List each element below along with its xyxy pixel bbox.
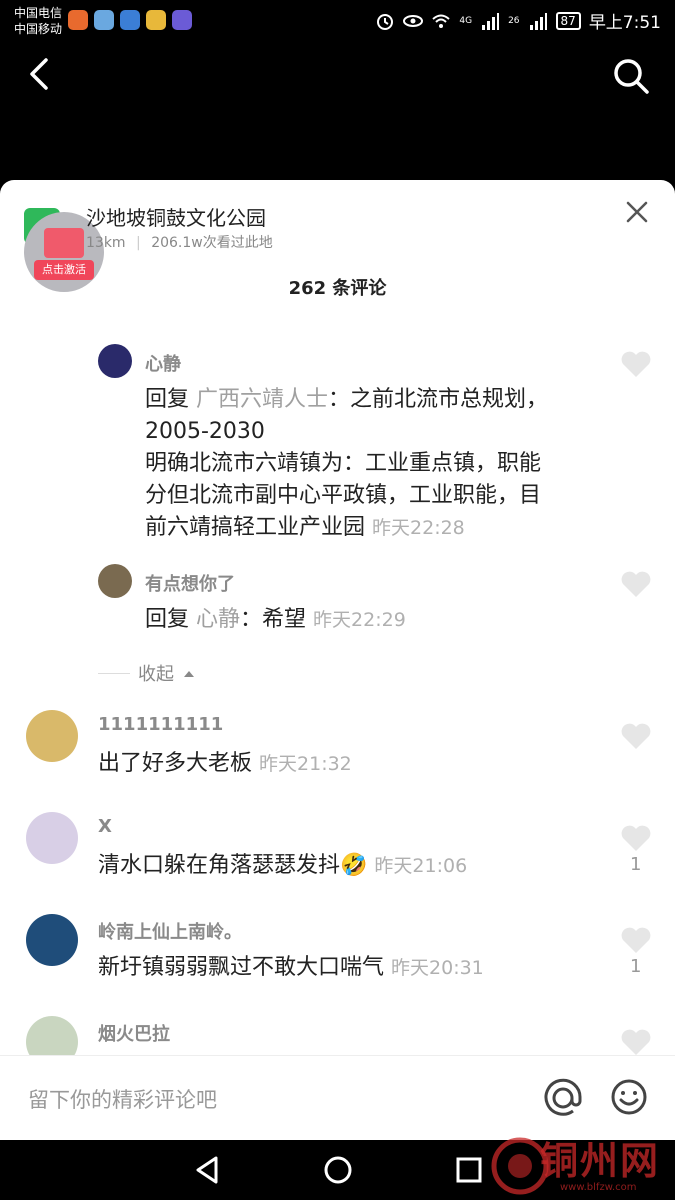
reply-line-4: 分但北流市副中心平政镇，工业职能，目 [145, 483, 542, 508]
comment-text: 出了好多大老板 昨天21:32 [98, 748, 352, 780]
comment-text: 新圩镇弱弱飘过不敢大口喘气 昨天20:31 [98, 952, 484, 984]
comment-input[interactable]: 留下你的精彩评论吧 [28, 1084, 217, 1114]
carrier-1: 中国电信 [14, 6, 63, 20]
back-icon[interactable] [22, 56, 58, 92]
nav-recents-icon[interactable] [455, 1156, 483, 1184]
comment-time: 昨天22:29 [313, 609, 406, 631]
comment-username[interactable]: 烟火巴拉 [98, 1020, 170, 1046]
avatar[interactable] [26, 914, 78, 966]
watermark-url: www.blfzw.com [560, 1182, 637, 1193]
avatar[interactable] [98, 344, 132, 378]
close-icon[interactable] [625, 200, 649, 224]
status-bar: 中国电信 中国移动 4G 26 87 早上7:51 [0, 0, 675, 40]
notification-app-icon [172, 10, 192, 30]
network-4g-label: 4G [459, 15, 473, 26]
carrier-labels: 中国电信 中国移动 [14, 5, 62, 37]
network-2g-label: 26 [508, 15, 520, 26]
reply-text: 回复 广西六靖人士：之前北流市总规划， 2005-2030 明确北流市六靖镇为：… [145, 384, 605, 544]
like-count: 1 [630, 956, 642, 977]
collapse-replies-button[interactable]: 收起 [98, 660, 196, 686]
divider [98, 672, 130, 674]
reply-text: 回复 心静：希望 昨天22:29 [145, 604, 605, 636]
alarm-icon [377, 13, 394, 30]
top-bar [0, 40, 675, 120]
comment-username[interactable]: 1111111111 [98, 714, 223, 735]
comment-time: 昨天21:06 [374, 855, 468, 877]
reply-line-3: 明确北流市六靖镇为：工业重点镇，职能 [145, 451, 542, 476]
comment-body: 出了好多大老板 [98, 751, 253, 776]
eye-icon [403, 14, 424, 27]
like-count: 1 [630, 854, 642, 875]
watermark-text: 铜州网 [540, 1139, 661, 1183]
comment-count-title: 262 条评论 [288, 278, 387, 299]
reply-username[interactable]: 有点想你了 [145, 570, 235, 596]
avatar[interactable] [26, 812, 78, 864]
heart-icon[interactable] [620, 1028, 652, 1055]
comment-sheet: 点击激活 沙地坡铜鼓文化公园 13km | 206.1w次看过此地 262 条评… [0, 180, 675, 1140]
comment-text: 清水口躲在角落瑟瑟发抖🤣 昨天21:06 [98, 850, 467, 882]
chevron-up-icon [184, 671, 194, 677]
battery-indicator: 87 [555, 11, 581, 30]
search-icon[interactable] [611, 56, 651, 96]
reply-line-5: 前六靖搞轻工业产业园 [145, 515, 366, 540]
reply-line-1: ：之前北流市总规划， [328, 387, 549, 412]
nav-back-icon[interactable] [192, 1154, 222, 1186]
comment-body: 新圩镇弱弱飘过不敢大口喘气 [98, 955, 385, 980]
reply-to-user[interactable]: 广西六靖人士 [196, 387, 328, 412]
signal-icon [482, 12, 500, 30]
heart-icon[interactable] [620, 722, 652, 750]
heart-icon[interactable] [620, 824, 652, 852]
location-meta: 13km | 206.1w次看过此地 [86, 232, 273, 252]
reply-to-user[interactable]: 心静 [196, 607, 240, 632]
heart-icon[interactable] [620, 350, 652, 378]
collapse-label: 收起 [138, 664, 174, 685]
notification-app-icon [146, 10, 166, 30]
comment-time: 昨天21:32 [259, 753, 352, 775]
comment-list[interactable]: 心静 回复 广西六靖人士：之前北流市总规划， 2005-2030 明确北流市六靖… [0, 320, 675, 1055]
nav-home-icon[interactable] [322, 1154, 354, 1186]
mention-icon[interactable] [543, 1078, 583, 1118]
notification-app-icon [68, 10, 88, 30]
reply-prefix: 回复 [145, 387, 190, 412]
comment-time: 昨天20:31 [391, 957, 484, 979]
location-views: 206.1w次看过此地 [151, 235, 273, 251]
avatar[interactable] [26, 710, 78, 762]
reply-body: ：希望 [240, 607, 307, 632]
avatar[interactable] [26, 1016, 78, 1055]
avatar[interactable] [98, 564, 132, 598]
meta-separator: | [136, 235, 141, 251]
wifi-icon [432, 14, 451, 28]
comment-username[interactable]: 岭南上仙上南岭。 [98, 918, 242, 944]
comment-username[interactable]: X [98, 816, 112, 837]
heart-icon[interactable] [620, 926, 652, 954]
reply-line-2: 2005-2030 [145, 419, 265, 444]
location-title[interactable]: 沙地坡铜鼓文化公园 [86, 202, 266, 231]
notification-app-icon [120, 10, 140, 30]
comment-time: 昨天22:28 [372, 517, 465, 539]
emoji-icon[interactable] [610, 1078, 648, 1116]
red-envelope-icon [44, 228, 84, 258]
reply-prefix: 回复 [145, 607, 190, 632]
notification-app-icon [94, 10, 114, 30]
clock: 早上7:51 [588, 13, 661, 33]
reply-username[interactable]: 心静 [145, 350, 181, 376]
comment-body: 清水口躲在角落瑟瑟发抖🤣 [98, 853, 368, 878]
location-distance: 13km [86, 235, 126, 251]
signal-icon [529, 12, 547, 30]
carrier-2: 中国移动 [14, 22, 63, 36]
heart-icon[interactable] [620, 570, 652, 598]
